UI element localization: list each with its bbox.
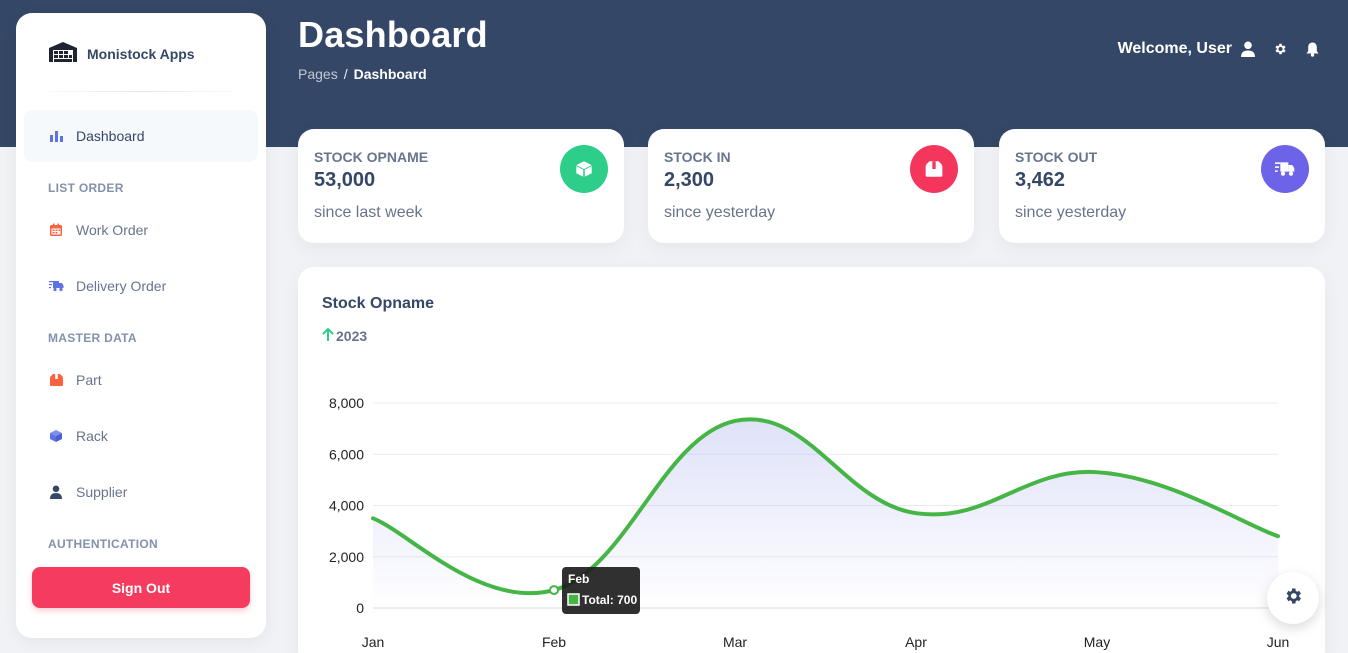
box-open-icon: [910, 145, 958, 193]
calendar-icon: [48, 222, 64, 238]
stat-value: 2,300: [664, 169, 715, 191]
stat-card-stock-opname: STOCK OPNAME 53,000 since last week: [298, 129, 624, 243]
sidebar-item-label: Work Order: [76, 222, 149, 238]
sidebar-item-delivery-order[interactable]: Delivery Order: [24, 260, 258, 312]
data-point[interactable]: [549, 585, 559, 596]
x-tick-label: Jun: [1267, 634, 1290, 650]
chart-card: Stock Opname 2023 0 2,000 4,000 6,000 8,000 J…: [298, 267, 1325, 653]
x-tick-label: Jan: [362, 634, 385, 650]
breadcrumb-link-pages[interactable]: Pages: [298, 66, 338, 82]
truck-icon: [48, 278, 64, 294]
sidebar-item-label: Supplier: [76, 484, 128, 500]
brand-name: Monistock Apps: [87, 46, 195, 62]
y-tick-label: 4,000: [329, 498, 364, 514]
bell-icon[interactable]: [1304, 41, 1320, 57]
tooltip-label: Total: 700: [582, 593, 637, 607]
x-tick-label: Apr: [905, 634, 927, 650]
breadcrumb-current: Dashboard: [353, 66, 427, 82]
y-tick-label: 8,000: [329, 395, 364, 411]
user-icon: [48, 484, 64, 500]
sidebar-item-label: Part: [76, 372, 102, 388]
sidebar-item-part[interactable]: Part: [24, 354, 258, 406]
y-tick-label: 2,000: [329, 549, 364, 565]
user-menu[interactable]: Welcome, User: [1118, 40, 1256, 58]
sidebar-item-dashboard[interactable]: Dashboard: [24, 110, 258, 162]
section-master-data: MASTER DATA: [48, 331, 137, 345]
sidebar-item-work-order[interactable]: Work Order: [24, 204, 258, 256]
breadcrumb-separator: /: [343, 66, 348, 82]
header-actions: Welcome, User: [1118, 40, 1320, 58]
sidebar: Monistock Apps Dashboard LIST ORDER Work…: [16, 13, 266, 638]
stat-label: STOCK OUT: [1015, 149, 1098, 165]
sidebar-item-label: Delivery Order: [76, 278, 167, 294]
chart-tooltip: Feb Total: 700: [562, 567, 640, 614]
welcome-text: Welcome, User: [1117, 40, 1232, 57]
y-tick-label: 0: [356, 600, 364, 616]
truck-icon: [1261, 145, 1309, 193]
brand-divider: [32, 91, 250, 92]
y-tick-label: 6,000: [329, 446, 364, 462]
sidebar-item-supplier[interactable]: Supplier: [24, 466, 258, 518]
section-list-order: LIST ORDER: [48, 181, 124, 195]
cube-icon: [560, 145, 608, 193]
breadcrumb: Pages / Dashboard: [298, 66, 427, 82]
stat-card-stock-in: STOCK IN 2,300 since yesterday: [648, 129, 974, 243]
stat-subtext: since last week: [314, 204, 423, 221]
gear-icon[interactable]: [1272, 41, 1288, 57]
stat-label: STOCK IN: [664, 149, 731, 165]
stat-value: 53,000: [314, 169, 376, 191]
x-tick-label: Feb: [542, 634, 566, 650]
settings-fab[interactable]: [1267, 572, 1319, 624]
stat-value: 3,462: [1015, 169, 1066, 191]
x-tick-label: May: [1084, 634, 1110, 650]
line-chart[interactable]: 02,0004,0006,0008,000Jan Feb Mar Apr May Jun …: [298, 267, 1325, 653]
stat-label: STOCK OPNAME: [314, 149, 429, 165]
stat-subtext: since yesterday: [1015, 204, 1127, 221]
stat-subtext: since yesterday: [664, 204, 776, 221]
x-tick-label: Mar: [723, 634, 747, 650]
section-authentication: AUTHENTICATION: [48, 537, 158, 551]
stat-card-stock-out: STOCK OUT 3,462 since yesterday: [999, 129, 1325, 243]
page-title: Dashboard: [298, 14, 488, 55]
sign-out-button[interactable]: Sign Out: [32, 567, 250, 608]
sidebar-item-label: Dashboard: [76, 128, 145, 144]
tooltip-title: Feb: [568, 572, 589, 586]
user-icon: [1240, 41, 1256, 57]
cube-icon: [48, 428, 64, 444]
warehouse-icon: [48, 41, 78, 68]
box-open-icon: [48, 372, 64, 388]
sidebar-item-label: Rack: [76, 428, 108, 444]
bar-chart-icon: [48, 128, 64, 144]
brand[interactable]: Monistock Apps: [48, 41, 195, 68]
chart-area: [373, 419, 1278, 608]
sidebar-item-rack[interactable]: Rack: [24, 410, 258, 462]
gear-icon: [1283, 586, 1303, 611]
